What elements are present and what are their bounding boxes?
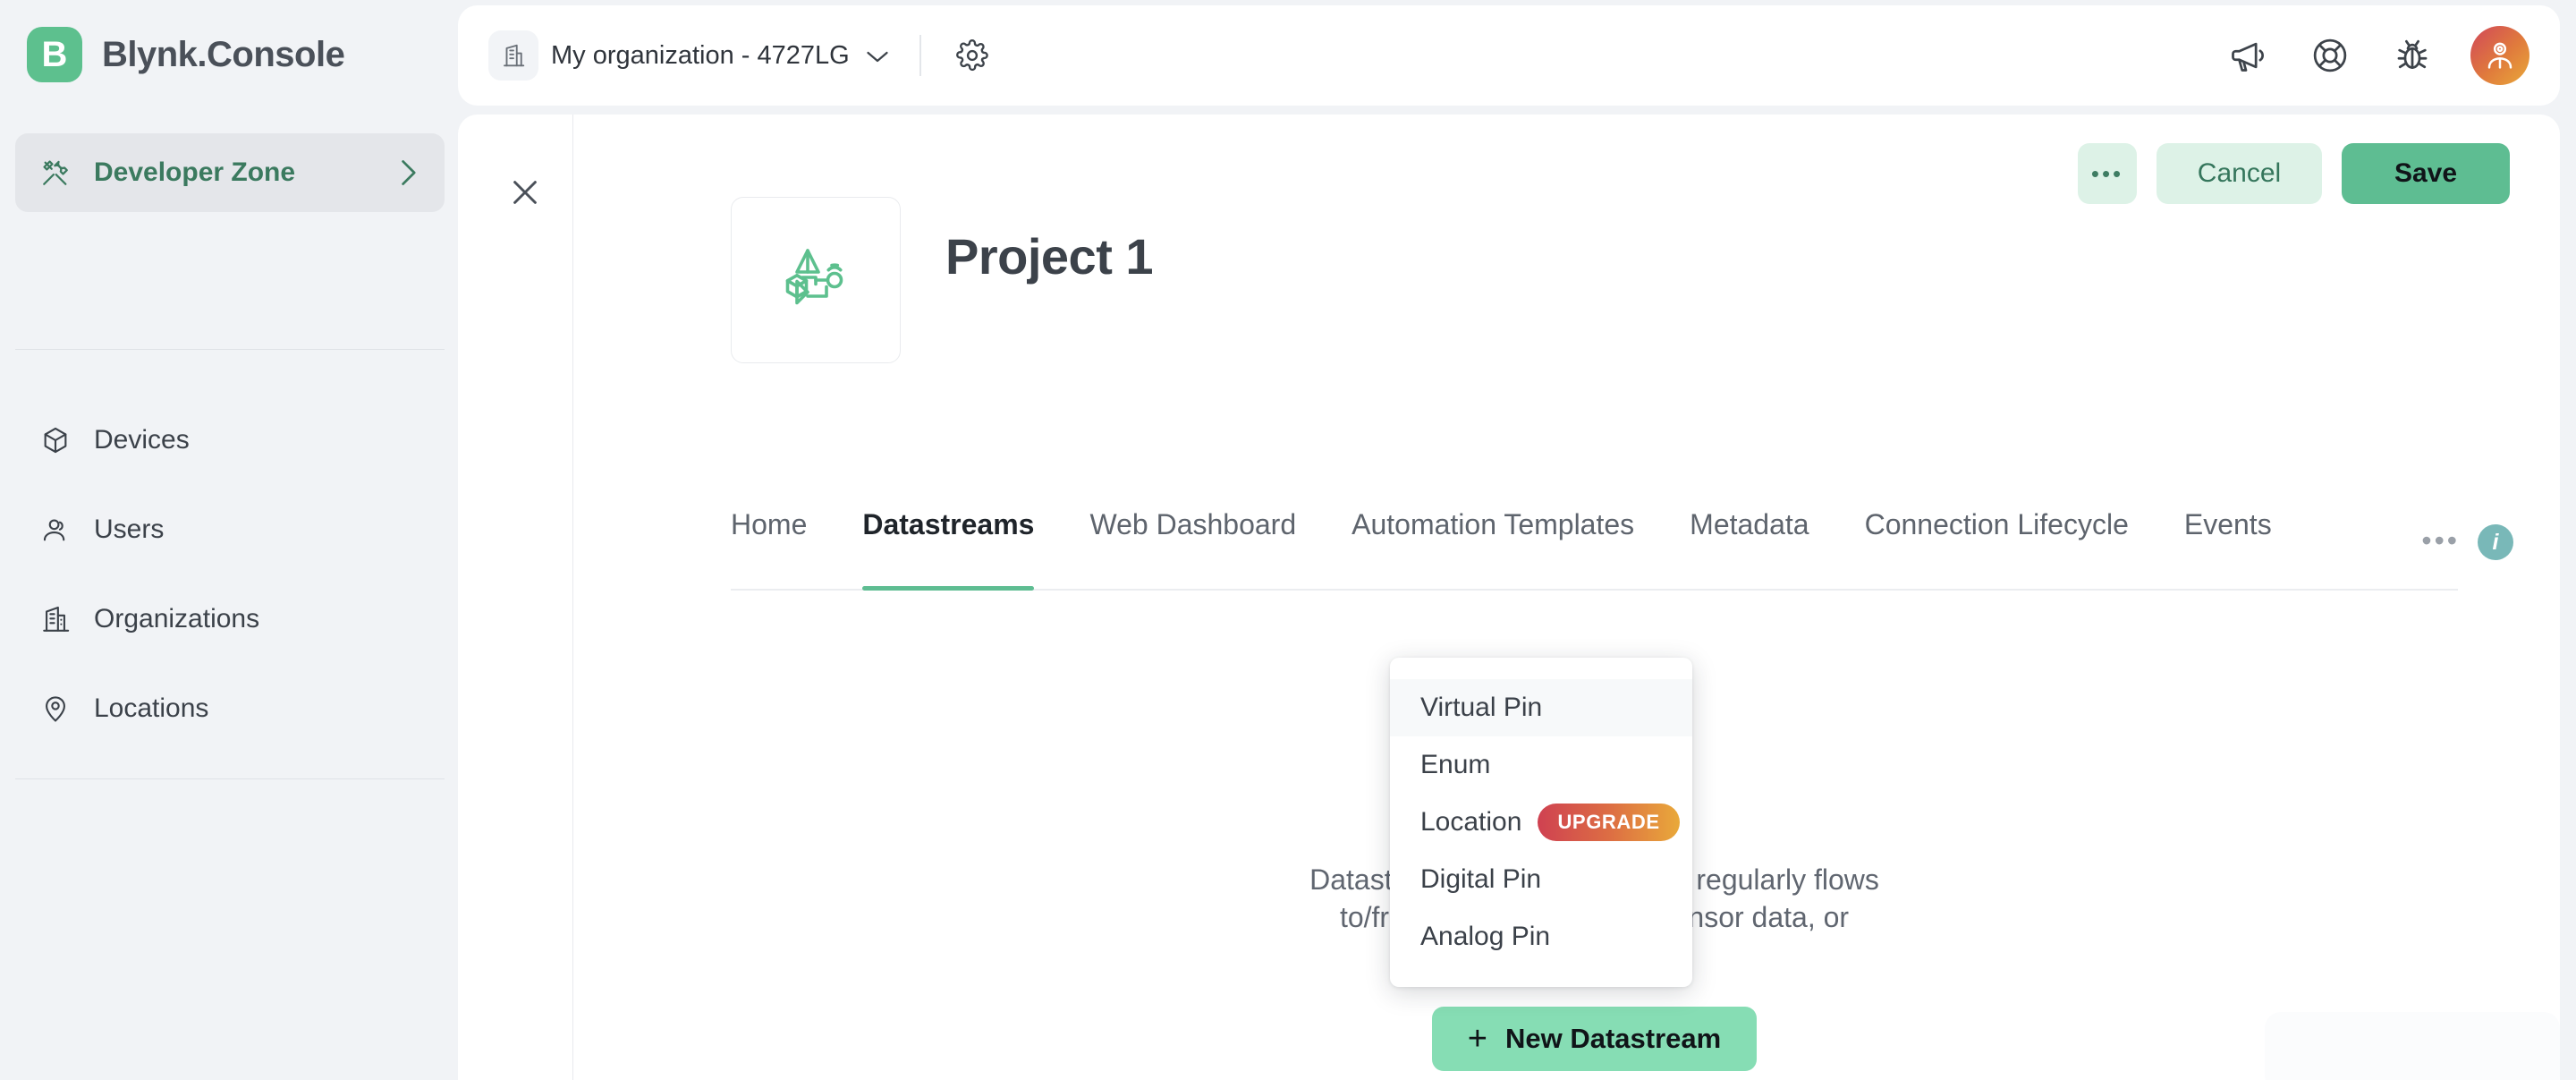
sidebar-item-label: Developer Zone	[94, 157, 296, 187]
topbar-divider	[919, 35, 921, 76]
dropdown-item-label: Enum	[1420, 750, 1491, 779]
page-title: Project 1	[945, 228, 1154, 285]
project-header-actions: ••• Cancel Save	[2078, 143, 2510, 204]
save-button[interactable]: Save	[2342, 143, 2510, 204]
tab-home[interactable]: Home	[731, 501, 807, 591]
new-datastream-label: New Datastream	[1504, 1023, 1722, 1055]
new-datastream-button[interactable]: + New Datastream	[1431, 1007, 1758, 1072]
iot-template-icon[interactable]	[731, 197, 901, 363]
sidebar-nav-list: Devices Users Organizations Locations	[15, 395, 445, 753]
sidebar-item-locations[interactable]: Locations	[15, 664, 445, 753]
tab-web-dashboard[interactable]: Web Dashboard	[1089, 501, 1296, 591]
brand-title: Blynk.Console	[102, 34, 345, 74]
tab-metadata[interactable]: Metadata	[1690, 501, 1809, 591]
tab-connection-lifecycle[interactable]: Connection Lifecycle	[1865, 501, 2129, 591]
dropdown-item-label: Digital Pin	[1420, 864, 1542, 894]
cancel-button[interactable]: Cancel	[2157, 143, 2322, 204]
sidebar-divider-top	[15, 349, 445, 350]
close-icon[interactable]	[492, 159, 558, 225]
dropdown-item-label: Analog Pin	[1420, 922, 1551, 951]
cube-icon	[40, 425, 71, 455]
more-options-button[interactable]: •••	[2078, 143, 2137, 204]
dropdown-item-location[interactable]: Location UPGRADE	[1390, 794, 1692, 851]
sidebar-item-label: Devices	[94, 425, 190, 455]
plus-icon: +	[1467, 1020, 1487, 1059]
lifebuoy-icon[interactable]	[2301, 26, 2360, 85]
sidebar-item-developer-zone[interactable]: Developer Zone	[15, 133, 445, 212]
sidebar-item-label: Organizations	[94, 604, 260, 634]
tab-events[interactable]: Events	[2184, 501, 2272, 591]
top-bar: My organization - 4727LG	[458, 5, 2560, 106]
datastream-type-dropdown: Virtual Pin Enum Location UPGRADE Digita…	[1390, 658, 1692, 987]
dropdown-item-enum[interactable]: Enum	[1390, 736, 1692, 794]
tab-list: Home Datastreams Web Dashboard Automatio…	[731, 501, 2399, 591]
user-avatar[interactable]	[2470, 26, 2529, 85]
dropdown-item-label: Location	[1420, 807, 1522, 837]
sidebar-item-organizations[interactable]: Organizations	[15, 574, 445, 664]
tab-datastreams[interactable]: Datastreams	[862, 501, 1035, 591]
sidebar-item-users[interactable]: Users	[15, 485, 445, 574]
sidebar-item-devices[interactable]: Devices	[15, 395, 445, 485]
users-icon	[40, 514, 71, 545]
blynk-logo-icon: B	[27, 27, 82, 82]
bug-icon[interactable]	[2383, 26, 2442, 85]
building-icon	[40, 604, 71, 634]
app-root: B Blynk.Console Developer Zone Devices U…	[0, 0, 2576, 1080]
brand-header: B Blynk.Console	[0, 0, 458, 109]
organization-selector-label[interactable]: My organization - 4727LG	[551, 41, 850, 71]
dropdown-item-virtual-pin[interactable]: Virtual Pin	[1390, 679, 1692, 736]
chevron-down-icon[interactable]	[864, 47, 891, 64]
sidebar-divider-bottom	[15, 778, 445, 779]
megaphone-icon[interactable]	[2218, 26, 2277, 85]
tab-bar: Home Datastreams Web Dashboard Automatio…	[731, 501, 2560, 591]
sidebar: Developer Zone Devices Users Organizatio…	[0, 109, 458, 1080]
dropdown-item-label: Virtual Pin	[1420, 693, 1543, 722]
tab-automation-templates[interactable]: Automation Templates	[1352, 501, 1634, 591]
dropdown-item-analog-pin[interactable]: Analog Pin	[1390, 908, 1692, 965]
sidebar-item-label: Locations	[94, 693, 209, 723]
tab-overflow-fade	[2322, 501, 2408, 589]
dropdown-item-digital-pin[interactable]: Digital Pin	[1390, 851, 1692, 908]
location-pin-icon	[40, 693, 71, 724]
upgrade-badge[interactable]: UPGRADE	[1538, 804, 1680, 841]
background-panel-peek	[2265, 1012, 2560, 1080]
tab-overflow-button[interactable]: •••	[2421, 524, 2460, 557]
project-header: Project 1	[731, 197, 2506, 363]
tools-icon	[40, 157, 71, 188]
sidebar-item-label: Users	[94, 514, 165, 544]
gear-icon[interactable]	[950, 33, 995, 78]
organization-icon	[488, 30, 538, 81]
info-badge[interactable]: i	[2478, 524, 2513, 560]
chevron-right-icon	[396, 157, 419, 189]
